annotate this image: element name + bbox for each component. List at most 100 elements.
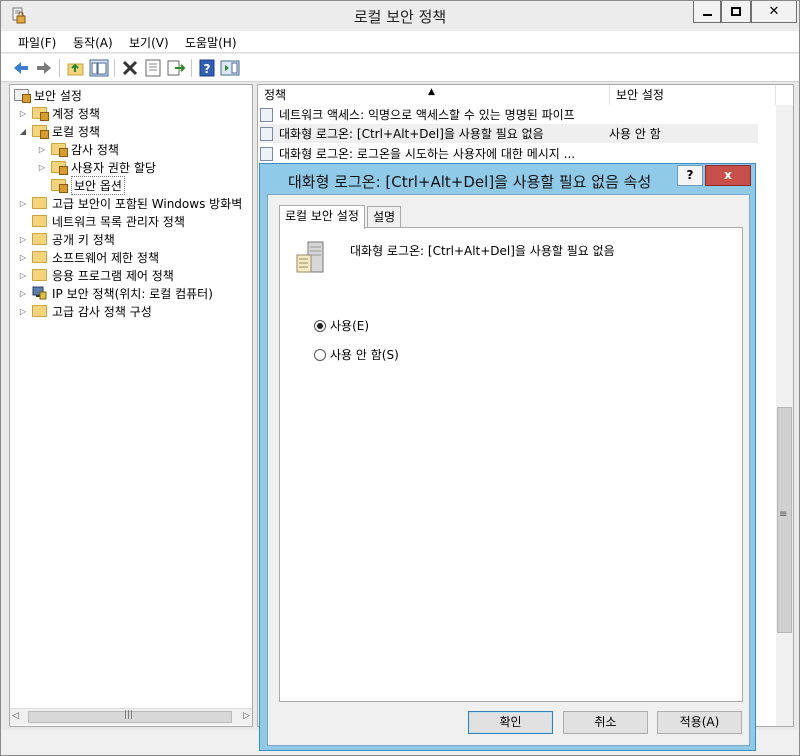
radio-enabled[interactable] <box>314 319 326 332</box>
tree-item-ip-security[interactable]: ▷ IP 보안 정책(위치: 로컬 컴퓨터) <box>18 284 213 302</box>
folder-lock-icon <box>51 143 68 157</box>
toolbar-separator <box>191 59 192 77</box>
collapse-arrow-icon[interactable]: ◢ <box>18 127 28 136</box>
up-folder-icon[interactable] <box>66 58 86 78</box>
option-label: 사용 안 함(S) <box>330 348 399 362</box>
title-bar: 로컬 보안 정책 ✕ <box>1 1 799 31</box>
folder-lock-icon <box>32 125 49 139</box>
expand-arrow-icon[interactable]: ▷ <box>18 271 28 280</box>
maximize-icon <box>731 7 741 16</box>
radio-disabled[interactable] <box>314 348 326 361</box>
column-header-label: 정책 <box>264 88 287 102</box>
tab-local-security-setting[interactable]: 로컬 보안 설정 <box>279 205 365 229</box>
scroll-grip-icon: ≡ <box>779 509 788 520</box>
ip-security-icon <box>32 286 47 300</box>
expand-arrow-icon[interactable]: ▷ <box>18 109 28 118</box>
folder-icon <box>32 251 47 263</box>
tree-horizontal-scrollbar[interactable]: ◁ ||| ▷ <box>10 708 252 725</box>
tree-item-local-policies[interactable]: ◢ 로컬 정책 <box>18 122 100 140</box>
ok-button[interactable]: 확인 <box>468 711 553 734</box>
cancel-button[interactable]: 취소 <box>563 711 648 734</box>
policy-icon <box>260 107 273 122</box>
tree-item-account-policies[interactable]: ▷ 계정 정책 <box>18 104 100 122</box>
dialog-close-button[interactable]: x <box>705 165 751 186</box>
help-icon[interactable]: ? <box>197 58 217 78</box>
tree-item-label: IP 보안 정책(위치: 로컬 컴퓨터) <box>52 286 213 301</box>
tree-item-firewall[interactable]: ▷ 고급 보안이 포함된 Windows 방화벽 <box>18 194 242 212</box>
window-title: 로컬 보안 정책 <box>353 8 447 26</box>
show-hide-tree-icon[interactable] <box>89 58 109 78</box>
tree-item-label: 보안 옵션 <box>71 175 125 195</box>
tree-pane: 보안 설정 ▷ 계정 정책 ◢ 로컬 정책 ▷ 감사 정책 ▷ 사용자 권한 할… <box>9 84 253 727</box>
tree-item-label: 고급 보안이 포함된 Windows 방화벽 <box>52 196 243 211</box>
tree-item-label: 공개 키 정책 <box>52 232 115 247</box>
expand-arrow-icon[interactable]: ▷ <box>37 163 47 172</box>
folder-lock-icon <box>51 161 68 175</box>
forward-icon[interactable] <box>34 58 54 78</box>
show-hide-action-pane-icon[interactable] <box>220 58 240 78</box>
policy-name: 대화형 로그온: [Ctrl+Alt+Del]을 사용할 필요 없음 <box>350 244 615 258</box>
folder-icon <box>32 269 47 281</box>
radio-selected-dot <box>317 322 323 329</box>
close-button[interactable]: ✕ <box>751 1 797 23</box>
list-vertical-scrollbar[interactable]: ≡ <box>776 105 793 726</box>
tree-item-advanced-audit[interactable]: ▷ 고급 감사 정책 구성 <box>18 302 152 320</box>
dialog-title: 대화형 로그온: [Ctrl+Alt+Del]을 사용할 필요 없음 속성 <box>288 173 652 191</box>
toolbar-separator <box>59 59 60 77</box>
tree-item-label: 고급 감사 정책 구성 <box>52 304 152 319</box>
folder-lock-icon <box>51 179 68 193</box>
option-disabled[interactable]: 사용 안 함(S) <box>314 346 399 363</box>
list-row[interactable]: 대화형 로그온: 로그온을 시도하는 사용자에 대한 메시지 ... <box>260 144 609 163</box>
toolbar: ? <box>1 54 799 82</box>
folder-icon <box>32 215 47 227</box>
column-header-policy[interactable]: 정책 ▲ <box>258 85 610 105</box>
security-settings-icon <box>14 89 31 103</box>
back-icon[interactable] <box>11 58 31 78</box>
list-row[interactable]: 네트워크 액세스: 익명으로 액세스할 수 있는 명명된 파이프 <box>260 105 609 124</box>
tree-item-app-control[interactable]: ▷ 응용 프로그램 제어 정책 <box>18 266 174 284</box>
delete-icon[interactable] <box>120 58 140 78</box>
policy-setting-cell: 사용 안 함 <box>609 127 661 141</box>
tree-item-user-rights[interactable]: ▷ 사용자 권한 할당 <box>37 158 156 176</box>
menu-bar: 파일(F) 동작(A) 보기(V) 도움말(H) <box>1 31 799 53</box>
expand-arrow-icon[interactable]: ▷ <box>18 199 28 208</box>
dialog-help-button[interactable]: ? <box>677 165 703 186</box>
tree-root[interactable]: 보안 설정 <box>14 86 82 104</box>
maximize-button[interactable] <box>721 1 751 23</box>
column-header-setting[interactable]: 보안 설정 <box>610 85 776 105</box>
menu-action[interactable]: 동작(A) <box>73 34 113 51</box>
menu-help[interactable]: 도움말(H) <box>185 34 237 51</box>
expand-arrow-icon[interactable]: ▷ <box>18 253 28 262</box>
expand-arrow-icon[interactable]: ▷ <box>18 235 28 244</box>
scroll-right-icon[interactable]: ▷ <box>243 711 250 721</box>
menu-view[interactable]: 보기(V) <box>129 34 169 51</box>
tree-item-software-restriction[interactable]: ▷ 소프트웨어 제한 정책 <box>18 248 159 266</box>
svg-text:?: ? <box>204 62 211 76</box>
scroll-left-icon[interactable]: ◁ <box>12 711 19 721</box>
folder-lock-icon <box>32 107 49 121</box>
apply-button[interactable]: 적용(A) <box>657 711 742 734</box>
scroll-thumb[interactable] <box>777 407 792 633</box>
tree-item-label: 소프트웨어 제한 정책 <box>52 250 159 265</box>
folder-icon <box>32 233 47 245</box>
tree-item-label: 감사 정책 <box>71 142 119 157</box>
policy-name-cell: 대화형 로그온: [Ctrl+Alt+Del]을 사용할 필요 없음 <box>279 127 544 141</box>
tree-item-security-options[interactable]: 보안 옵션 <box>51 175 125 195</box>
expand-arrow-icon[interactable]: ▷ <box>37 145 47 154</box>
tree-item-label: 네트워크 목록 관리자 정책 <box>52 214 185 229</box>
tree-item-audit-policy[interactable]: ▷ 감사 정책 <box>37 140 119 158</box>
tree-item-public-key[interactable]: ▷ 공개 키 정책 <box>18 230 115 248</box>
policy-icon <box>260 146 273 161</box>
list-row[interactable]: 대화형 로그온: [Ctrl+Alt+Del]을 사용할 필요 없음 사용 안 … <box>260 124 758 143</box>
expand-arrow-icon[interactable]: ▷ <box>18 289 28 298</box>
policy-name-cell: 대화형 로그온: 로그온을 시도하는 사용자에 대한 메시지 ... <box>279 147 576 161</box>
sort-ascending-icon: ▲ <box>428 87 435 97</box>
properties-icon[interactable] <box>143 58 163 78</box>
expand-arrow-icon[interactable]: ▷ <box>18 307 28 316</box>
tree-item-network-list[interactable]: 네트워크 목록 관리자 정책 <box>32 212 185 230</box>
option-enabled[interactable]: 사용(E) <box>314 317 369 334</box>
menu-file[interactable]: 파일(F) <box>18 34 56 51</box>
export-list-icon[interactable] <box>166 58 186 78</box>
tab-explain[interactable]: 설명 <box>367 206 402 228</box>
minimize-button[interactable] <box>693 1 721 23</box>
